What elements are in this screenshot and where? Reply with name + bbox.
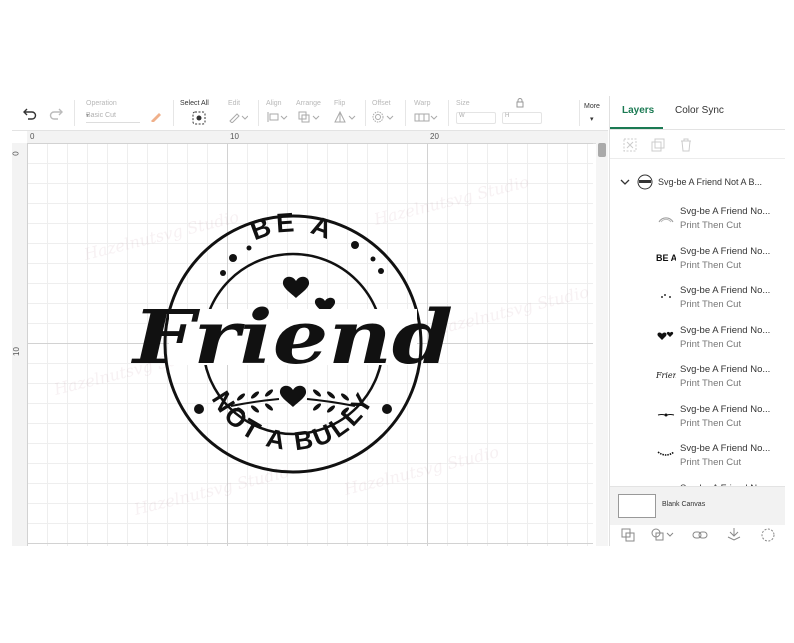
blank-canvas-row[interactable]: Blank Canvas	[610, 486, 785, 525]
flatten-icon[interactable]	[726, 527, 742, 543]
warp-icon[interactable]	[414, 111, 438, 123]
align-group[interactable]: Align	[266, 96, 296, 130]
layer-name: Svg-be A Friend No...	[680, 443, 771, 454]
vertical-scrollbar[interactable]	[596, 143, 608, 546]
size-group: Size WH	[456, 96, 576, 130]
layer-row[interactable]: Svg-be A Friend No... Print Then Cut	[610, 201, 785, 240]
layer-row[interactable]: Friend Svg-be A Friend No... Print Then Cu…	[610, 359, 785, 398]
edit-label: Edit	[228, 100, 241, 107]
edit-toolbar: Operation Basic Cut ▾ Select All Edit Al…	[12, 96, 608, 131]
operation-group: Operation Basic Cut ▾	[86, 96, 166, 130]
tab-color-sync[interactable]: Color Sync	[675, 105, 724, 116]
offset-group[interactable]: Offset	[372, 96, 402, 130]
tab-layers[interactable]: Layers	[622, 105, 654, 116]
arrange-group[interactable]: Arrange	[296, 96, 332, 130]
attach-icon[interactable]	[692, 527, 708, 543]
select-all-group[interactable]: Select All	[180, 96, 220, 130]
canvas-area[interactable]: 0 10 20 0 10 Hazelnutsvg Studio Hazelnut…	[12, 131, 608, 546]
width-field[interactable]: W	[456, 112, 496, 124]
top-arc-text: BE A	[246, 211, 340, 246]
layer-thumbnail-icon: BE A	[656, 249, 676, 265]
layer-row[interactable]: Svg-be A Friend No...Print Then Cut	[610, 478, 785, 487]
offset-icon[interactable]	[372, 111, 394, 123]
group-name: Svg-be A Friend Not A B...	[658, 177, 763, 187]
offset-label: Offset	[372, 100, 391, 107]
panel-bottom-toolbar	[610, 524, 785, 546]
layer-name: Svg-be A Friend No...	[680, 206, 771, 217]
layers-list: Svg-be A Friend Not A B... Svg-be A Frie…	[610, 132, 785, 486]
layer-name: Svg-be A Friend No...	[680, 245, 771, 257]
pen-color-icon[interactable]	[150, 110, 162, 122]
layer-thumbnail-icon	[656, 407, 676, 423]
active-tab-indicator	[610, 127, 663, 129]
svg-text:BE A: BE A	[656, 253, 676, 263]
vertical-ruler: 0 10	[12, 143, 28, 546]
height-field[interactable]: H	[502, 112, 542, 124]
layer-operation: Print Then Cut	[680, 259, 742, 271]
group-thumbnail-icon	[637, 174, 653, 190]
size-label: Size	[456, 100, 470, 107]
design-artwork[interactable]: BE A NOT A BULLY Friend	[129, 211, 457, 477]
warp-group[interactable]: Warp	[414, 96, 444, 130]
svg-text:Friend: Friend	[656, 371, 676, 380]
blank-canvas-swatch[interactable]	[618, 494, 656, 518]
chevron-down-icon[interactable]	[620, 177, 630, 187]
redo-icon[interactable]	[48, 105, 64, 121]
layer-group-row[interactable]: Svg-be A Friend Not A B...	[610, 170, 785, 196]
layer-thumbnail-icon	[656, 288, 676, 304]
layer-name: Svg-be A Friend No...	[680, 324, 771, 336]
layer-row[interactable]: Svg-be A Friend No... Print Then Cut	[610, 280, 785, 319]
combine-icon[interactable]	[650, 527, 674, 543]
flip-label: Flip	[334, 100, 346, 107]
layer-thumbnail-icon	[656, 209, 676, 225]
operation-label: Operation	[86, 100, 117, 107]
align-icon[interactable]	[266, 111, 288, 123]
layer-row[interactable]: Svg-be A Friend No... Print Then Cut	[610, 320, 785, 359]
undo-icon[interactable]	[22, 105, 38, 121]
layer-thumbnail-icon	[656, 446, 676, 462]
layer-operation: Print Then Cut	[680, 417, 742, 429]
arrange-label: Arrange	[296, 100, 321, 107]
layer-operation: Print Then Cut	[680, 378, 742, 389]
flip-group[interactable]: Flip	[334, 96, 364, 130]
layers-panel: Layers Color Sync Svg-be A Friend Not A …	[609, 96, 785, 546]
layer-row[interactable]: BE A Svg-be A Friend No... Print Then Cut	[610, 241, 785, 280]
warp-label: Warp	[414, 100, 431, 107]
arrange-icon[interactable]	[298, 111, 320, 123]
more-label: More	[584, 103, 600, 110]
scrollbar-thumb[interactable]	[598, 143, 606, 157]
contour-icon[interactable]	[760, 527, 776, 543]
main-script-text: Friend	[131, 295, 453, 381]
layer-thumbnail-icon: Friend	[656, 367, 676, 383]
operation-select[interactable]: Basic Cut ▾	[86, 112, 140, 123]
layer-name: Svg-be A Friend No...	[680, 285, 771, 296]
layer-name: Svg-be A Friend No...	[680, 364, 771, 375]
slice-icon[interactable]	[620, 527, 636, 543]
select-all-label: Select All	[180, 100, 209, 107]
select-all-icon[interactable]	[192, 111, 206, 125]
layer-thumbnail-icon	[656, 328, 676, 344]
more-group[interactable]: More ▾	[584, 96, 608, 130]
layer-operation: Print Then Cut	[680, 299, 742, 310]
layer-operation: Print Then Cut	[680, 338, 742, 350]
align-label: Align	[266, 100, 282, 107]
blank-canvas-label: Blank Canvas	[662, 501, 706, 508]
lock-icon[interactable]	[516, 98, 524, 108]
flip-icon[interactable]	[334, 111, 356, 123]
layer-row[interactable]: Svg-be A Friend No... Print Then Cut	[610, 438, 785, 477]
panel-tabs: Layers Color Sync	[610, 96, 785, 130]
edit-group[interactable]: Edit	[228, 96, 258, 130]
layer-operation: Print Then Cut	[680, 457, 742, 468]
more-chevron-icon: ▾	[590, 116, 594, 123]
edit-icon[interactable]	[228, 111, 248, 123]
layer-operation: Print Then Cut	[680, 220, 742, 231]
layer-name: Svg-be A Friend No...	[680, 403, 771, 415]
design-space: Operation Basic Cut ▾ Select All Edit Al…	[12, 96, 785, 546]
layer-row[interactable]: Svg-be A Friend No... Print Then Cut	[610, 399, 785, 438]
